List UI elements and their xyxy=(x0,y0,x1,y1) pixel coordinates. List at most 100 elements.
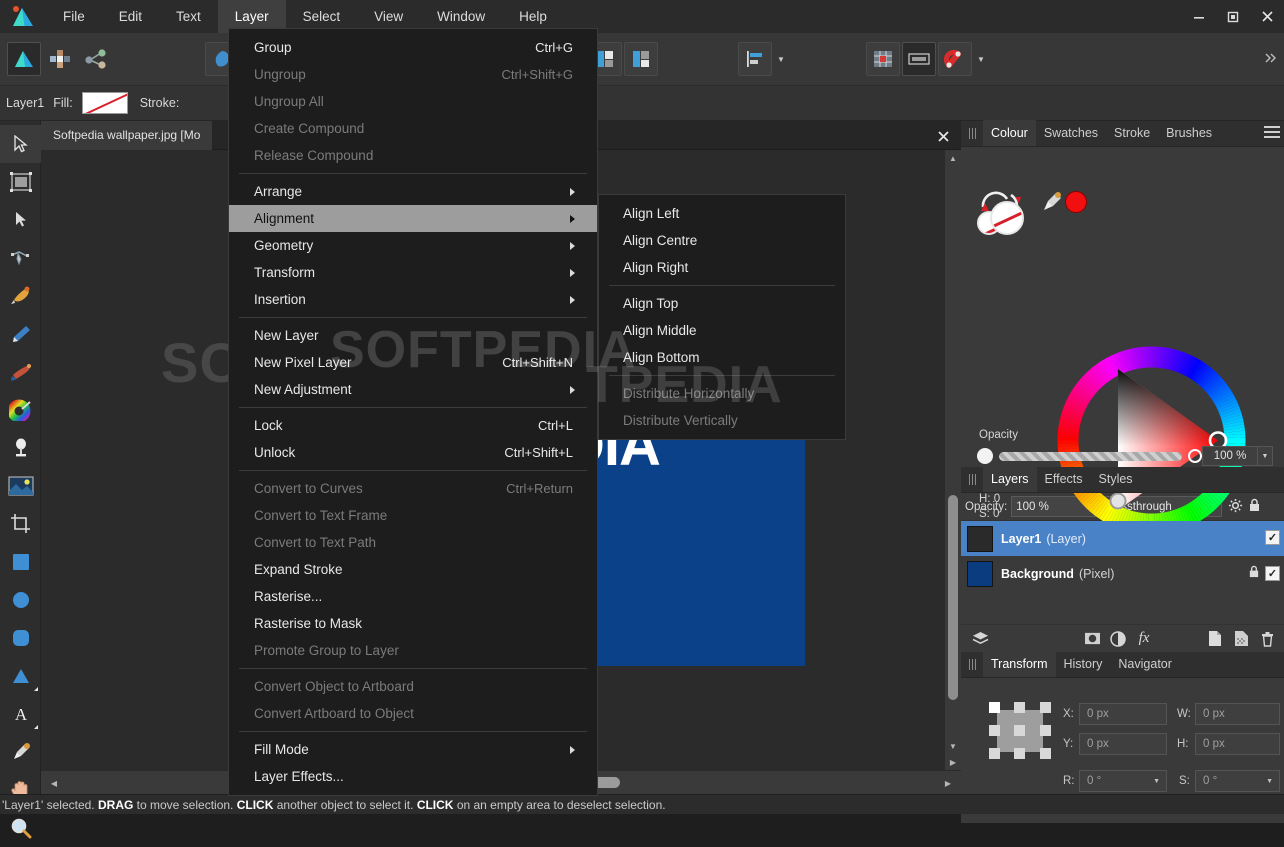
opacity-dropdown-caret[interactable]: ▼ xyxy=(1258,446,1273,466)
align-dropdown-caret[interactable]: ▼ xyxy=(773,42,789,76)
lock-icon[interactable] xyxy=(1248,565,1260,582)
opacity-slider-row[interactable]: 100 % ▼ xyxy=(977,445,1273,467)
s-field[interactable]: 0 ° ▼ xyxy=(1195,770,1280,792)
scroll-right-icon[interactable]: ▶ xyxy=(941,776,955,790)
tab-styles[interactable]: Styles xyxy=(1091,466,1141,492)
window-controls[interactable] xyxy=(1182,0,1284,33)
tab-history[interactable]: History xyxy=(1056,651,1111,677)
node-tool[interactable] xyxy=(0,201,41,239)
menu-item-group[interactable]: Group Ctrl+G xyxy=(229,34,597,61)
artistic-text-tool[interactable]: A xyxy=(0,695,41,733)
menu-item-align-right[interactable]: Align Right xyxy=(599,254,845,281)
fx-icon[interactable]: fx xyxy=(1131,626,1157,652)
menu-item-rasterise[interactable]: Rasterise... xyxy=(229,583,597,610)
maximize-icon[interactable] xyxy=(1216,0,1250,33)
menu-file[interactable]: File xyxy=(46,0,102,33)
r-field[interactable]: 0 ° ▼ xyxy=(1079,770,1167,792)
artboard[interactable]: DIA xyxy=(563,413,805,666)
menu-item-layer-effects[interactable]: Layer Effects... xyxy=(229,763,597,790)
menu-item-lock[interactable]: Lock Ctrl+L xyxy=(229,412,597,439)
eyedropper-icon[interactable] xyxy=(1041,191,1063,213)
layers-stack-icon[interactable] xyxy=(967,626,993,652)
new-layer-icon[interactable] xyxy=(1202,626,1228,652)
magnet-icon[interactable] xyxy=(938,42,972,76)
tab-transform[interactable]: Transform xyxy=(983,651,1056,677)
close-icon[interactable] xyxy=(935,128,951,144)
develop-persona-icon[interactable] xyxy=(79,42,113,76)
layer-visibility-checkbox[interactable]: ✓ xyxy=(1265,530,1280,545)
move-tool[interactable] xyxy=(0,125,41,163)
pencil-tool[interactable] xyxy=(0,315,41,353)
grid-icon[interactable] xyxy=(866,42,900,76)
ellipse-tool[interactable] xyxy=(0,581,41,619)
menu-item-alignment[interactable]: Alignment xyxy=(229,205,597,232)
layer-dropdown-menu[interactable]: Group Ctrl+G Ungroup Ctrl+Shift+G Ungroup Al… xyxy=(228,28,598,796)
menu-item-fill-mode[interactable]: Fill Mode xyxy=(229,736,597,763)
tab-stroke[interactable]: Stroke xyxy=(1106,120,1158,146)
affinity-persona-icon[interactable] xyxy=(7,42,41,76)
new-pixel-layer-icon[interactable] xyxy=(1228,626,1254,652)
colour-picker-wheel-tool[interactable] xyxy=(0,391,41,429)
y-field[interactable]: 0 px xyxy=(1079,733,1167,755)
panel-grip-icon[interactable] xyxy=(961,466,983,492)
scroll-left-icon[interactable]: ◀ xyxy=(47,776,61,790)
menu-item-align-left[interactable]: Align Left xyxy=(599,200,845,227)
adjustment-icon[interactable] xyxy=(1105,626,1131,652)
toolbar-overflow-icon[interactable] xyxy=(1264,51,1278,68)
menu-item-align-centre[interactable]: Align Centre xyxy=(599,227,845,254)
chevron-down-icon[interactable]: ▼ xyxy=(1266,778,1273,785)
menu-item-align-middle[interactable]: Align Middle xyxy=(599,317,845,344)
fill-swatch-circle[interactable] xyxy=(990,201,1024,235)
opacity-value-field[interactable]: 100 % xyxy=(1202,446,1258,466)
menu-item-geometry[interactable]: Geometry xyxy=(229,232,597,259)
place-image-tool[interactable] xyxy=(0,467,41,505)
paint-brush-tool[interactable] xyxy=(0,277,41,315)
scroll-page-icon[interactable]: ▶ xyxy=(945,754,961,770)
align-icon[interactable] xyxy=(738,42,772,76)
menu-item-transform[interactable]: Transform xyxy=(229,259,597,286)
tab-navigator[interactable]: Navigator xyxy=(1110,651,1180,677)
opacity-slider[interactable] xyxy=(999,451,1182,461)
w-field[interactable]: 0 px xyxy=(1195,703,1280,725)
vscroll-thumb[interactable] xyxy=(948,495,958,700)
paint-mixer-tool[interactable] xyxy=(0,353,41,391)
pixel-view-icon[interactable] xyxy=(902,42,936,76)
colour-wheel[interactable] xyxy=(1050,339,1253,545)
crop-tool[interactable] xyxy=(0,505,41,543)
anchor-grid-icon[interactable] xyxy=(989,702,1051,760)
triangle-tool[interactable] xyxy=(0,657,41,695)
liquify-persona-icon[interactable] xyxy=(43,42,77,76)
fill-stroke-selector[interactable] xyxy=(977,189,1033,243)
rounded-rectangle-tool[interactable] xyxy=(0,619,41,657)
menu-text[interactable]: Text xyxy=(159,0,218,33)
artboard-tool[interactable] xyxy=(0,163,41,201)
menu-item-align-bottom[interactable]: Align Bottom xyxy=(599,344,845,371)
current-colour-chip[interactable] xyxy=(1065,191,1087,213)
menu-item-arrange[interactable]: Arrange xyxy=(229,178,597,205)
menu-item-insertion[interactable]: Insertion xyxy=(229,286,597,313)
opacity-slider-knob[interactable] xyxy=(1188,449,1202,463)
table-row[interactable]: Layer1 (Layer) ✓ xyxy=(961,521,1284,556)
dodge-tool[interactable] xyxy=(0,429,41,467)
delete-icon[interactable] xyxy=(1254,626,1280,652)
close-icon[interactable] xyxy=(1250,0,1284,33)
menu-item-expand-stroke[interactable]: Expand Stroke xyxy=(229,556,597,583)
layer-row-controls[interactable]: ✓ xyxy=(1260,530,1280,545)
rotate-right-icon[interactable] xyxy=(624,42,658,76)
menu-item-new-layer[interactable]: New Layer xyxy=(229,322,597,349)
fill-swatch[interactable] xyxy=(81,92,128,114)
table-row[interactable]: Background (Pixel) ✓ xyxy=(961,556,1284,591)
canvas-vertical-scrollbar[interactable]: ▲ ▼ ▶ xyxy=(945,150,961,770)
tab-effects[interactable]: Effects xyxy=(1037,466,1091,492)
minimize-icon[interactable] xyxy=(1182,0,1216,33)
menu-item-new-pixel-layer[interactable]: New Pixel Layer Ctrl+Shift+N xyxy=(229,349,597,376)
pen-tool[interactable] xyxy=(0,239,41,277)
tab-colour[interactable]: Colour xyxy=(983,120,1036,146)
snapping-dropdown-caret[interactable]: ▼ xyxy=(973,42,989,76)
menu-item-unlock[interactable]: Unlock Ctrl+Shift+L xyxy=(229,439,597,466)
menu-item-align-top[interactable]: Align Top xyxy=(599,290,845,317)
menu-edit[interactable]: Edit xyxy=(102,0,159,33)
tab-swatches[interactable]: Swatches xyxy=(1036,120,1106,146)
document-tab[interactable]: Softpedia wallpaper.jpg [Mo xyxy=(41,121,213,150)
mask-icon[interactable] xyxy=(1079,626,1105,652)
